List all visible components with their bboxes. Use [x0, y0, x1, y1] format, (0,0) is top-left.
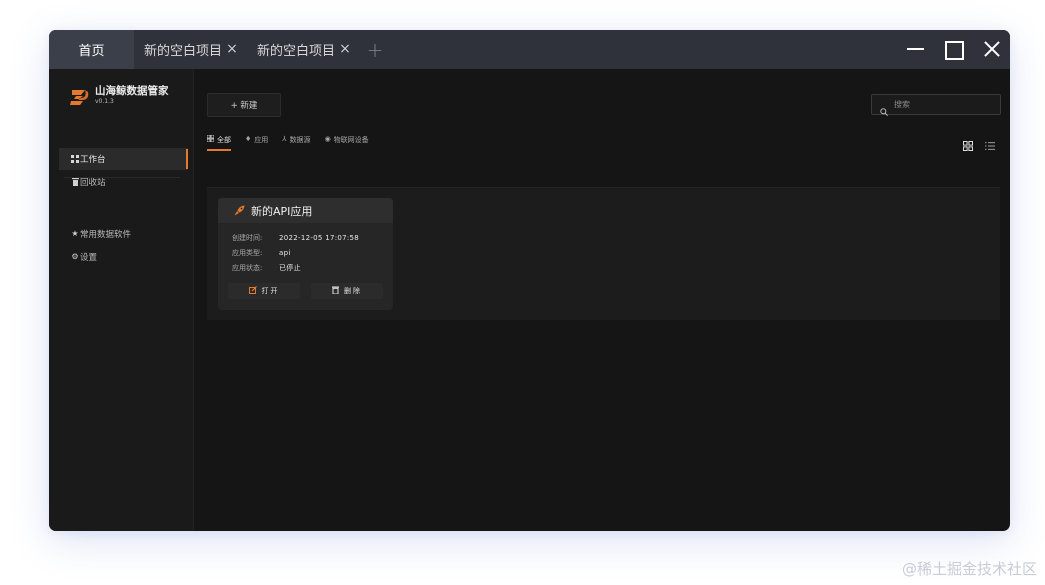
version-label: v0.1.3 — [95, 98, 114, 105]
star-icon: ★ — [71, 229, 79, 238]
field-value: api — [279, 248, 291, 257]
plus-icon: + — [366, 37, 384, 62]
edit-icon — [248, 286, 257, 296]
sidebar-item-label: 常用数据软件 — [80, 230, 132, 240]
brand-text: 山海鲸数据管家 v0.1.3 — [95, 85, 169, 107]
watermark: @稀土掘金技术社区 — [901, 560, 1037, 578]
filter-tabs: 全部 ♦ 应用 ⅄ 数据源 ◉ 物联网设备 — [206, 132, 383, 154]
gear-icon: ⚙ — [71, 252, 79, 261]
grid-icon — [70, 153, 80, 165]
tab-label: 新的空白项目 — [144, 44, 223, 59]
sidebar-item-label: 工作台 — [80, 155, 106, 165]
content-panel: 新的API应用 创建时间: 2022-12-05 17:07:58 应用类型: … — [207, 187, 1000, 320]
tab-iot-devices[interactable]: ◉ 物联网设备 — [325, 132, 369, 154]
tab-label: 新的空白项目 — [257, 44, 336, 59]
sidebar-item-settings[interactable]: ⚙ 设置 — [59, 246, 188, 268]
brand-name: 山海鲸数据管家 — [95, 85, 169, 97]
delete-button[interactable]: 删除 — [311, 283, 383, 299]
search-box[interactable] — [871, 94, 1001, 116]
logo-icon — [70, 90, 89, 105]
app-card[interactable]: 新的API应用 创建时间: 2022-12-05 17:07:58 应用类型: … — [218, 198, 393, 310]
title-bar: 首页 新的空白项目 × 新的空白项目 × + — [49, 30, 1010, 69]
sidebar-item-workbench[interactable]: 工作台 — [59, 148, 188, 170]
tab-all[interactable]: 全部 — [206, 132, 231, 154]
tab-label: 应用 — [254, 136, 269, 144]
close-icon[interactable]: × — [225, 41, 239, 57]
close-window-button[interactable] — [972, 30, 1010, 69]
tab-label: 全部 — [217, 136, 231, 144]
maximize-button[interactable] — [934, 30, 972, 69]
tab-home-label: 首页 — [78, 44, 105, 59]
tab-project-1[interactable]: 新的空白项目 × — [134, 30, 247, 69]
field-key: 创建时间: — [232, 233, 263, 242]
app-window: 首页 新的空白项目 × 新的空白项目 × + 山海鲸数据管家 v0.1.3 工作… — [49, 30, 1010, 531]
search-icon — [880, 101, 888, 116]
network-icon: ⅄ — [282, 135, 287, 143]
delete-label: 删除 — [344, 287, 362, 295]
grid-icon — [206, 134, 215, 144]
close-icon[interactable]: × — [338, 41, 352, 57]
sidebar: 山海鲸数据管家 v0.1.3 工作台 回收站 ★ 常用数据软件 ⚙ 设置 — [49, 69, 194, 531]
tab-label: 物联网设备 — [333, 136, 369, 144]
field-value: 2022-12-05 17:07:58 — [279, 233, 360, 242]
sidebar-item-label: 设置 — [80, 253, 98, 263]
tab-project-2[interactable]: 新的空白项目 × — [247, 30, 360, 69]
add-tab-button[interactable]: + — [360, 30, 390, 69]
open-label: 打开 — [261, 287, 280, 295]
field-key: 应用类型: — [232, 248, 263, 257]
rocket-icon — [234, 201, 245, 220]
tab-home[interactable]: 首页 — [49, 30, 134, 69]
sidebar-divider — [64, 177, 180, 178]
card-field-status: 应用状态: 已停止 — [218, 260, 393, 275]
main-content: + 新建 全部 ♦ 应用 ⅄ 数据源 ◉ — [195, 69, 1010, 531]
card-field-type: 应用类型: api — [218, 245, 393, 260]
iot-icon: ◉ — [324, 135, 331, 143]
grid-view-icon[interactable] — [963, 136, 975, 151]
field-key: 应用状态: — [232, 263, 263, 272]
card-header: 新的API应用 — [218, 198, 393, 223]
trash-icon — [332, 286, 339, 296]
tab-apps[interactable]: ♦ 应用 — [245, 132, 268, 154]
sidebar-item-recycle-bin[interactable]: 回收站 — [59, 171, 188, 193]
card-actions: 打开 删除 — [228, 283, 383, 299]
rocket-icon: ♦ — [245, 135, 252, 143]
view-toggle — [953, 136, 997, 151]
list-view-icon[interactable] — [985, 136, 997, 150]
minimize-button[interactable] — [896, 30, 934, 69]
window-controls — [896, 30, 1010, 69]
field-value: 已停止 — [279, 263, 301, 272]
sidebar-item-common-software[interactable]: ★ 常用数据软件 — [59, 223, 188, 245]
new-button[interactable]: + 新建 — [207, 93, 281, 117]
card-field-created: 创建时间: 2022-12-05 17:07:58 — [218, 230, 393, 245]
open-button[interactable]: 打开 — [228, 283, 300, 299]
tab-label: 数据源 — [289, 136, 311, 144]
brand: 山海鲸数据管家 v0.1.3 — [70, 85, 169, 107]
tab-datasources[interactable]: ⅄ 数据源 — [282, 132, 310, 154]
search-input[interactable] — [894, 100, 994, 109]
card-title: 新的API应用 — [251, 204, 313, 218]
